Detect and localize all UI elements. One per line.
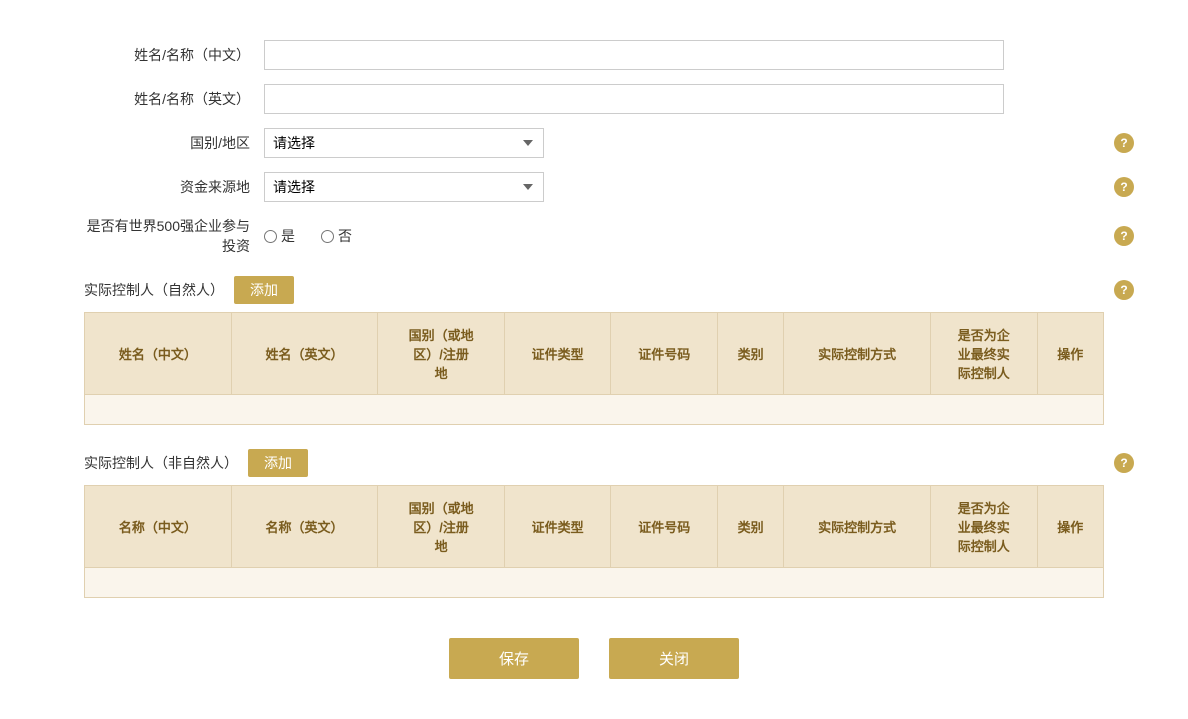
np-col-final-controller: 是否为企业最终实际控制人 (931, 313, 1038, 395)
nnp-col-country: 国别（或地区）/注册地 (378, 486, 505, 568)
natural-person-help-icon[interactable]: ? (1114, 280, 1134, 300)
np-col-cert-type: 证件类型 (504, 313, 611, 395)
non-natural-person-title: 实际控制人（非自然人） (84, 453, 238, 473)
natural-person-table-header-row: 姓名（中文） 姓名（英文） 国别（或地区）/注册地 证件类型 证件号码 类别 实… (85, 313, 1104, 395)
fortune500-help-icon[interactable]: ? (1114, 226, 1134, 246)
country-label: 国别/地区 (84, 133, 264, 153)
name-cn-row: 姓名/名称（中文） (84, 40, 1104, 70)
name-cn-input[interactable] (264, 40, 1004, 70)
name-en-label: 姓名/名称（英文） (84, 89, 264, 109)
np-col-cert-no: 证件号码 (611, 313, 718, 395)
non-natural-person-section: 实际控制人（非自然人） 添加 ? 名称（中文） 名称（英文） 国别（或地区）/注… (84, 449, 1104, 598)
non-natural-person-empty-cell (85, 568, 1104, 598)
np-col-category: 类别 (717, 313, 783, 395)
natural-person-empty-cell (85, 395, 1104, 425)
non-natural-person-help-icon[interactable]: ? (1114, 453, 1134, 473)
non-natural-person-add-button[interactable]: 添加 (248, 449, 308, 477)
natural-person-empty-row (85, 395, 1104, 425)
natural-person-add-button[interactable]: 添加 (234, 276, 294, 304)
fortune500-no-radio[interactable] (321, 230, 334, 243)
natural-person-header: 实际控制人（自然人） 添加 ? (84, 276, 1104, 304)
nnp-col-category: 类别 (717, 486, 783, 568)
fund-source-select[interactable]: 请选择 (264, 172, 544, 202)
form-section: 姓名/名称（中文） 姓名/名称（英文） 国别/地区 请选择 ? 资金来源地 请选… (84, 40, 1104, 256)
np-col-name-cn: 姓名（中文） (85, 313, 232, 395)
close-button[interactable]: 关闭 (609, 638, 739, 679)
non-natural-person-table: 名称（中文） 名称（英文） 国别（或地区）/注册地 证件类型 证件号码 类别 实… (84, 485, 1104, 598)
np-col-name-en: 姓名（英文） (231, 313, 378, 395)
bottom-buttons: 保存 关闭 (84, 638, 1104, 679)
nnp-col-name-en: 名称（英文） (231, 486, 378, 568)
natural-person-section: 实际控制人（自然人） 添加 ? 姓名（中文） 姓名（英文） 国别（或地区）/注册… (84, 276, 1104, 425)
np-col-control-method: 实际控制方式 (784, 313, 931, 395)
fortune500-row: 是否有世界500强企业参与投资 是 否 ? (84, 216, 1104, 256)
np-col-action: 操作 (1037, 313, 1103, 395)
nnp-col-cert-type: 证件类型 (504, 486, 611, 568)
name-cn-label: 姓名/名称（中文） (84, 45, 264, 65)
non-natural-person-table-header-row: 名称（中文） 名称（英文） 国别（或地区）/注册地 证件类型 证件号码 类别 实… (85, 486, 1104, 568)
fund-source-row: 资金来源地 请选择 ? (84, 172, 1104, 202)
non-natural-person-header: 实际控制人（非自然人） 添加 ? (84, 449, 1104, 477)
fortune500-label: 是否有世界500强企业参与投资 (84, 216, 264, 256)
fortune500-yes-item: 是 (264, 226, 305, 246)
fortune500-no-label: 否 (338, 226, 352, 246)
natural-person-title: 实际控制人（自然人） (84, 280, 224, 300)
fund-source-label: 资金来源地 (84, 177, 264, 197)
country-help-icon[interactable]: ? (1114, 133, 1134, 153)
save-button[interactable]: 保存 (449, 638, 579, 679)
fortune500-yes-radio[interactable] (264, 230, 277, 243)
country-select[interactable]: 请选择 (264, 128, 544, 158)
nnp-col-cert-no: 证件号码 (611, 486, 718, 568)
fund-source-help-icon[interactable]: ? (1114, 177, 1134, 197)
fortune500-radio-group: 是 否 (264, 226, 372, 246)
nnp-col-final-controller: 是否为企业最终实际控制人 (931, 486, 1038, 568)
natural-person-table: 姓名（中文） 姓名（英文） 国别（或地区）/注册地 证件类型 证件号码 类别 实… (84, 312, 1104, 425)
np-col-country: 国别（或地区）/注册地 (378, 313, 505, 395)
non-natural-person-empty-row (85, 568, 1104, 598)
name-en-input[interactable] (264, 84, 1004, 114)
page-container: 姓名/名称（中文） 姓名/名称（英文） 国别/地区 请选择 ? 资金来源地 请选… (44, 20, 1144, 699)
nnp-col-action: 操作 (1037, 486, 1103, 568)
fortune500-no-item: 否 (321, 226, 362, 246)
fortune500-yes-label: 是 (281, 226, 295, 246)
name-en-row: 姓名/名称（英文） (84, 84, 1104, 114)
country-row: 国别/地区 请选择 ? (84, 128, 1104, 158)
nnp-col-name-cn: 名称（中文） (85, 486, 232, 568)
nnp-col-control-method: 实际控制方式 (784, 486, 931, 568)
